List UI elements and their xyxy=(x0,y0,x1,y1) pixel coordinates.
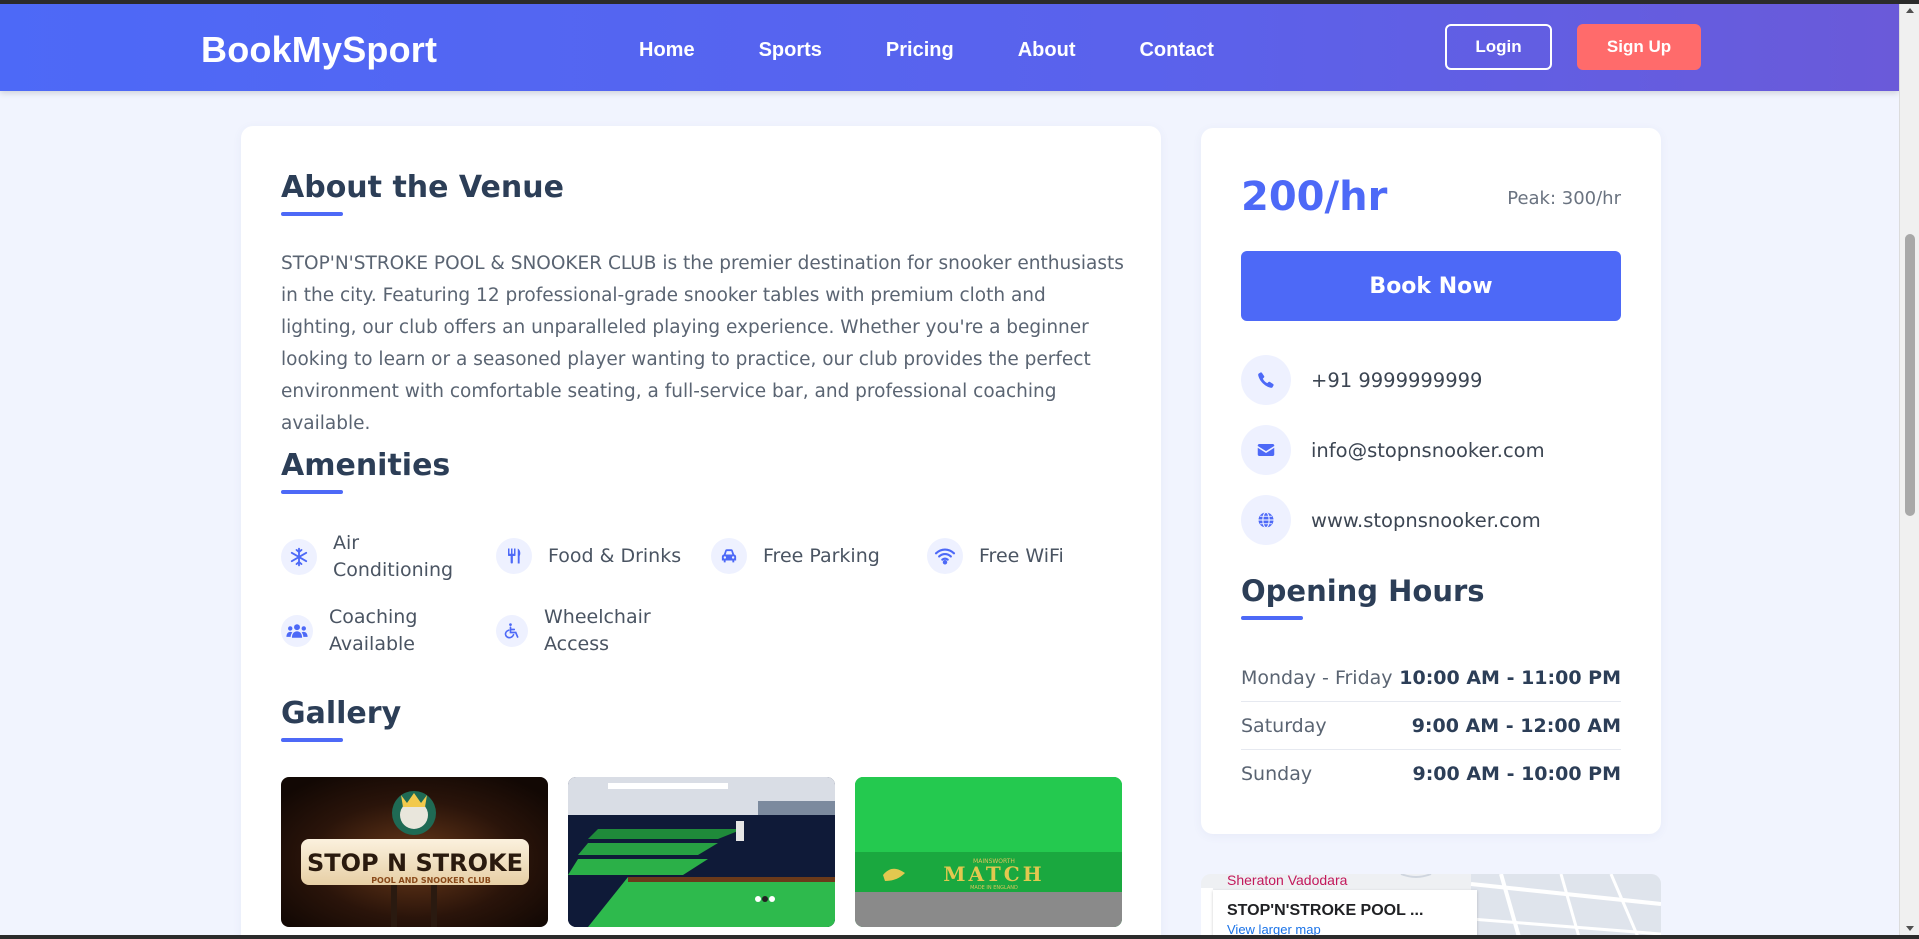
gallery-image-sign[interactable]: STOP N STROKE POOL AND SNOOKER CLUB xyxy=(281,777,548,927)
hours-day: Saturday xyxy=(1241,714,1327,737)
amenity-free-parking: Free Parking xyxy=(711,538,880,574)
contact-website[interactable]: www.stopnsnooker.com xyxy=(1241,495,1541,545)
opening-hours-underline xyxy=(1241,616,1303,620)
amenity-label: Air Conditioning xyxy=(333,532,454,581)
login-button[interactable]: Login xyxy=(1445,24,1552,70)
wifi-icon xyxy=(927,538,963,574)
email-address: info@stopnsnooker.com xyxy=(1311,438,1545,462)
about-description: STOP'N'STROKE POOL & SNOOKER CLUB is the… xyxy=(281,253,1124,434)
browser-bottom-edge xyxy=(0,935,1919,939)
nav-home[interactable]: Home xyxy=(639,39,695,62)
amenity-air-conditioning: Air Conditioning xyxy=(281,530,453,584)
page-scrollbar[interactable] xyxy=(1899,4,1919,935)
page: BookMySport Home Sports Pricing About Co… xyxy=(0,4,1899,935)
phone-number: +91 9999999999 xyxy=(1311,368,1483,392)
amenity-wheelchair: Wheelchair Access xyxy=(496,604,664,658)
gallery-title: Gallery xyxy=(281,696,402,731)
price: 200/hr xyxy=(1241,174,1388,220)
booking-card: 200/hr Peak: 300/hr Book Now +91 9999999… xyxy=(1201,128,1661,834)
envelope-icon xyxy=(1241,425,1291,475)
utensils-icon xyxy=(496,538,532,574)
hours-day: Monday - Friday xyxy=(1241,666,1393,689)
amenities-title-underline xyxy=(281,490,343,494)
opening-hours-title: Opening Hours xyxy=(1241,574,1485,608)
map-embed[interactable]: Sheraton Vadodara STOP'N'STROKE POOL ...… xyxy=(1201,874,1661,935)
scroll-down-arrow-icon[interactable] xyxy=(1906,926,1914,931)
nav-pricing[interactable]: Pricing xyxy=(886,39,954,62)
map-place-label: Sheraton Vadodara xyxy=(1227,874,1348,888)
navbar: BookMySport Home Sports Pricing About Co… xyxy=(0,4,1899,91)
gallery-image-tables[interactable] xyxy=(568,777,835,927)
hours-day: Sunday xyxy=(1241,763,1313,785)
nav-sports[interactable]: Sports xyxy=(759,39,822,62)
snowflake-icon xyxy=(281,539,317,575)
amenity-label: Food & Drinks xyxy=(548,544,682,567)
amenity-label: Free WiFi xyxy=(979,544,1064,567)
website-url: www.stopnsnooker.com xyxy=(1311,508,1541,532)
users-icon xyxy=(281,615,313,647)
globe-icon xyxy=(1241,495,1291,545)
amenities-title: Amenities xyxy=(281,448,451,483)
hours-time: 9:00 AM - 10:00 PM xyxy=(1412,763,1621,785)
sign-text: STOP N STROKE xyxy=(307,849,523,877)
cloth-brand-sub: MADE IN ENGLAND xyxy=(970,885,1018,891)
car-icon xyxy=(711,538,747,574)
about-title-underline xyxy=(281,212,343,216)
hours-row-sunday: Sunday 9:00 AM - 10:00 PM xyxy=(1241,750,1621,798)
venue-details-card: About the Venue STOP'N'STROKE POOL & SNO… xyxy=(241,126,1161,935)
brand-logo[interactable]: BookMySport xyxy=(201,29,437,71)
cloth-brand-large: MATCH xyxy=(943,862,1044,886)
hours-time: 10:00 AM - 11:00 PM xyxy=(1399,666,1621,689)
scrollbar-thumb[interactable] xyxy=(1905,234,1915,516)
amenity-food-drinks: Food & Drinks xyxy=(496,538,681,574)
phone-icon xyxy=(1241,355,1291,405)
contact-phone[interactable]: +91 9999999999 xyxy=(1241,355,1482,405)
sign-subtext: POOL AND SNOOKER CLUB xyxy=(371,876,491,885)
contact-email[interactable]: info@stopnsnooker.com xyxy=(1241,425,1545,475)
wheelchair-icon xyxy=(496,615,528,647)
hours-row-weekdays: Monday - Friday 10:00 AM - 11:00 PM xyxy=(1241,654,1621,702)
gallery-image-cloth[interactable]: MAINSWORTH MATCH MADE IN ENGLAND xyxy=(855,777,1122,927)
hours-row-saturday: Saturday 9:00 AM - 12:00 AM xyxy=(1241,702,1621,750)
scroll-up-arrow-icon[interactable] xyxy=(1906,8,1914,13)
nav-contact[interactable]: Contact xyxy=(1139,39,1213,62)
nav-about[interactable]: About xyxy=(1018,39,1076,62)
hours-time: 9:00 AM - 12:00 AM xyxy=(1411,714,1621,737)
book-now-button[interactable]: Book Now xyxy=(1241,251,1621,321)
nav-links: Home Sports Pricing About Contact xyxy=(639,39,1214,62)
map-title: STOP'N'STROKE POOL ... xyxy=(1227,902,1424,919)
amenity-free-wifi: Free WiFi xyxy=(927,538,1064,574)
amenity-coaching: Coaching Available xyxy=(281,604,439,658)
amenity-label: Free Parking xyxy=(763,544,880,567)
amenity-label: Wheelchair Access xyxy=(544,606,651,655)
peak-price: Peak: 300/hr xyxy=(1507,188,1621,209)
amenity-label: Coaching Available xyxy=(329,606,418,655)
map-info-box: STOP'N'STROKE POOL ... View larger map xyxy=(1213,890,1477,935)
about-title: About the Venue xyxy=(281,170,564,205)
signup-button[interactable]: Sign Up xyxy=(1577,24,1701,70)
gallery-title-underline xyxy=(281,738,343,742)
view-larger-map-link[interactable]: View larger map xyxy=(1227,922,1463,935)
